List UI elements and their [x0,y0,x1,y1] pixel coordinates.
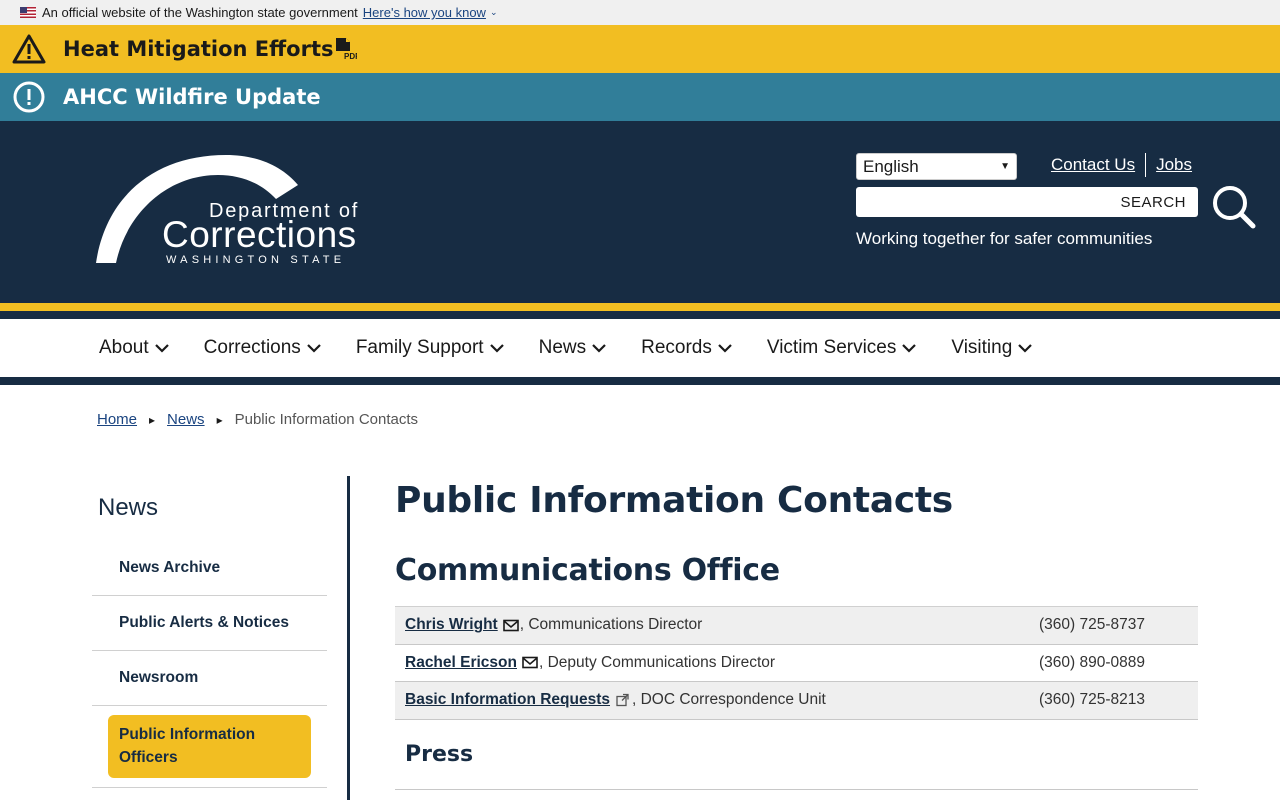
alert-wildfire[interactable]: AHCC Wildfire Update [0,73,1280,121]
nav-family-support[interactable]: Family Support [356,337,504,359]
gov-banner-text: An official website of the Washington st… [42,5,358,20]
breadcrumb-home[interactable]: Home [97,411,137,428]
contact-phone: (360) 890-0889 [1039,653,1145,671]
header-navy-stripe [0,311,1280,319]
table-row: Rachel Ericson , Deputy Communications D… [395,645,1198,682]
contacts-table: Chris Wright , Communications Director (… [395,606,1198,720]
nav-victim-services-label[interactable]: Victim Services [767,337,897,359]
tagline: Working together for safer communities [856,229,1153,248]
search-icon[interactable] [1212,185,1256,229]
alert-heat-mitigation[interactable]: Heat Mitigation Efforts PDF [0,25,1280,73]
gov-banner: An official website of the Washington st… [0,0,1280,25]
info-circle-icon [12,80,46,114]
jobs-link[interactable]: Jobs [1156,155,1192,175]
contact-phone: (360) 725-8737 [1039,616,1145,634]
chevron-right-icon: ▸ [216,412,223,427]
breadcrumb-current: Public Information Contacts [234,411,419,428]
us-flag-icon [20,7,36,18]
logo-line3: WASHINGTON STATE [166,254,345,266]
language-select[interactable]: English ▼ [856,153,1017,180]
chevron-down-icon[interactable] [1018,341,1033,355]
nav-records-label[interactable]: Records [641,337,712,359]
select-arrow-icon: ▼ [1000,161,1010,172]
chevron-down-icon[interactable] [307,341,321,355]
mail-icon[interactable] [502,619,519,632]
sidebar-title: News [98,494,159,521]
contact-role: , DOC Correspondence Unit [632,691,826,709]
sidebar-item-label[interactable]: News Archive [119,559,220,577]
breadcrumb: Home ▸ News ▸ Public Information Contact… [97,411,418,428]
nav-news-label[interactable]: News [539,337,587,359]
sidebar-divider [347,476,350,800]
heres-how-you-know-link[interactable]: Here's how you know [363,5,486,20]
contact-role: , Deputy Communications Director [539,653,776,671]
top-links: Contact Us Jobs [1051,153,1192,177]
nav-visiting[interactable]: Visiting [951,337,1033,359]
doc-logo[interactable]: Department of Corrections WASHINGTON STA… [96,155,376,266]
page-title: Public Information Contacts [395,480,953,521]
chevron-down-icon[interactable] [489,341,504,355]
chevron-down-icon[interactable] [902,341,917,355]
nav-corrections[interactable]: Corrections [204,337,321,359]
nav-news[interactable]: News [539,337,607,359]
site-header: Department of Corrections WASHINGTON STA… [0,121,1280,303]
chevron-down-icon[interactable] [718,341,732,355]
pdf-icon: PDF [335,37,361,61]
nav-family-support-label[interactable]: Family Support [356,337,484,359]
contact-phone: (360) 725-8213 [1039,691,1145,709]
sidebar-item-news-archive[interactable]: News Archive [92,540,327,596]
alert-wildfire-text[interactable]: AHCC Wildfire Update [63,85,321,109]
sidebar-item-public-information-officers[interactable]: Public Information Officers [92,706,327,788]
nav-visiting-label[interactable]: Visiting [951,337,1012,359]
section-title: Communications Office [395,553,780,588]
logo-line2: Corrections [162,214,357,255]
chevron-right-icon: ▸ [149,412,156,427]
contact-name-link[interactable]: Rachel Ericson [405,654,517,672]
contact-us-link[interactable]: Contact Us [1051,155,1135,175]
warning-icon [12,32,46,66]
chevron-down-icon[interactable] [154,341,169,355]
contact-name-link[interactable]: Basic Information Requests [405,691,610,709]
nav-bottom-border [0,377,1280,385]
sidebar-item-newsroom[interactable]: Newsroom [92,651,327,706]
press-title: Press [405,741,474,767]
language-value: English [863,156,919,176]
external-link-icon[interactable] [615,693,631,707]
sidebar-item-label[interactable]: Newsroom [119,669,198,687]
sidebar: News News Archive Public Alerts & Notice… [92,476,327,788]
alert-heat-text[interactable]: Heat Mitigation Efforts [63,37,333,61]
nav-records[interactable]: Records [641,337,732,359]
search-label: SEARCH [1120,193,1186,211]
sidebar-item-public-alerts[interactable]: Public Alerts & Notices [92,596,327,651]
svg-text:PDF: PDF [344,52,357,61]
header-gold-stripe [0,303,1280,311]
sidebar-item-active-label[interactable]: Public Information Officers [108,715,311,778]
chevron-down-icon[interactable]: ⌄ [490,7,498,18]
search-input[interactable]: SEARCH [856,187,1198,217]
main-nav: About Corrections Family Support News Re… [0,319,1280,377]
mail-icon[interactable] [522,656,538,669]
main-content: Public Information Contacts Communicatio… [395,476,1198,790]
sidebar-item-label[interactable]: Public Alerts & Notices [119,614,289,632]
contact-name-link[interactable]: Chris Wright [405,616,498,634]
table-row: Chris Wright , Communications Director (… [395,607,1198,645]
chevron-down-icon[interactable] [592,341,606,355]
link-divider [1145,153,1147,177]
nav-about[interactable]: About [99,337,169,359]
nav-victim-services[interactable]: Victim Services [767,337,917,359]
nav-about-label[interactable]: About [99,337,149,359]
table-row: Basic Information Requests , DOC Corresp… [395,682,1198,720]
press-divider [395,788,1198,790]
contact-role: , Communications Director [519,616,703,634]
nav-corrections-label[interactable]: Corrections [204,337,301,359]
breadcrumb-news[interactable]: News [167,411,205,428]
